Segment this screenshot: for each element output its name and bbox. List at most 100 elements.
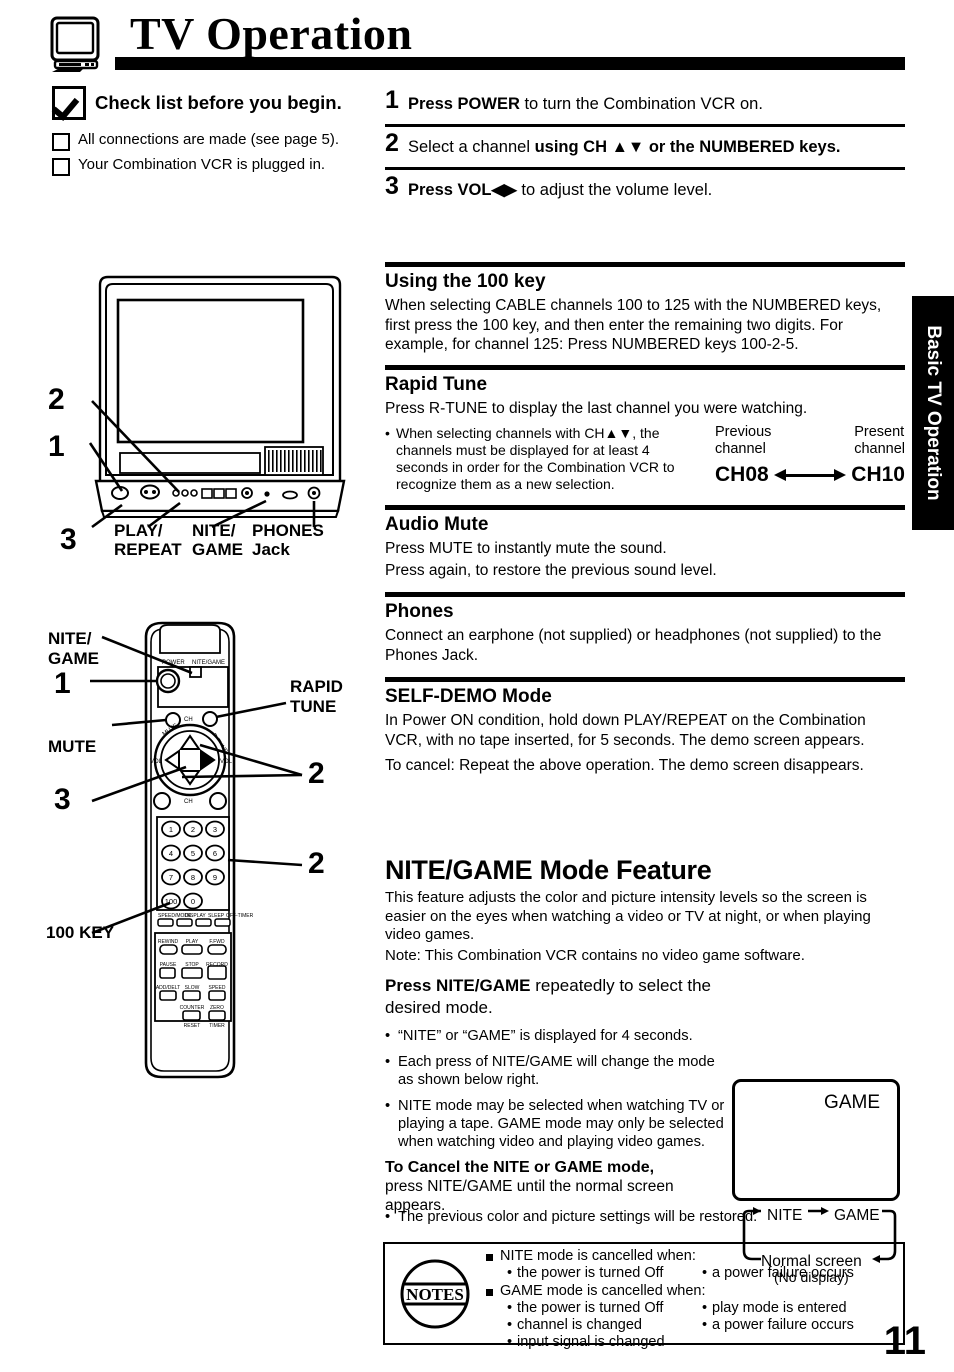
step-2: 2 Select a channel using CH ▲▼ or the NU… <box>385 127 905 167</box>
svg-text:5: 5 <box>191 849 195 858</box>
notes-group-heading: GAME mode is cancelled when: <box>485 1283 897 1300</box>
tv-callout-phones-jack: PHONES Jack <box>252 521 324 559</box>
channel-swap-values: CH08 CH10 <box>715 463 905 487</box>
notes-badge-icon: NOTES <box>400 1259 470 1329</box>
checklist-heading: Check list before you begin. <box>95 92 342 113</box>
remote-callout-rapid-l2: TUNE <box>290 697 337 716</box>
remote-control-illustration: POWER NITE/GAME MUTE R-TUNE CH CH VOL VO… <box>40 615 380 1095</box>
step-bold-tail: using CH ▲▼ or the NUMBERED keys. <box>534 138 841 156</box>
notes-col-left: the power is turned Off channel is chang… <box>507 1300 702 1351</box>
checklist-item-label: Your Combination VCR is plugged in. <box>78 156 326 173</box>
side-tab-basic-tv-operation: Basic TV Operation <box>912 296 954 530</box>
svg-text:2: 2 <box>191 825 195 834</box>
notes-item: the power is turned Off <box>507 1300 702 1317</box>
step-text: Press VOL◀▶ to adjust the volume level. <box>408 175 905 201</box>
side-tab-label: Basic TV Operation <box>923 325 944 501</box>
svg-text:ADD/DELT: ADD/DELT <box>156 985 180 991</box>
section-heading: Audio Mute <box>385 514 489 535</box>
svg-text:3: 3 <box>213 825 217 834</box>
tv-callout-number-3: 3 <box>60 523 77 556</box>
nite-game-bullet: Each press of NITE/GAME will change the … <box>385 1053 730 1089</box>
notes-content: NITE mode is cancelled when: the power i… <box>485 1248 897 1352</box>
notes-col-right: a power failure occurs <box>702 1265 897 1282</box>
svg-text:NOTES: NOTES <box>406 1285 464 1304</box>
remote-callout-nite-game: NITE/ GAME <box>48 629 99 669</box>
section-bullet: When selecting channels with CH▲▼, the c… <box>385 425 705 493</box>
step-rest: Select a channel <box>408 138 535 156</box>
remote-callout-number-2b: 2 <box>308 847 325 880</box>
section-body: Press R-TUNE to display the last channel… <box>385 399 808 417</box>
checkmark-icon <box>52 86 86 120</box>
cycle-label-game: GAME <box>834 1207 880 1224</box>
nite-game-bullet: “NITE” or “GAME” is displayed for 4 seco… <box>385 1027 730 1045</box>
notes-item: channel is changed <box>507 1317 702 1334</box>
svg-text:1: 1 <box>169 825 173 834</box>
svg-text:RESET: RESET <box>184 1023 201 1029</box>
svg-text:DISPLAY: DISPLAY <box>185 913 206 919</box>
svg-text:STOP: STOP <box>185 962 199 968</box>
present-channel-label-l1: Present <box>854 424 905 440</box>
step-text: Press POWER to turn the Combination VCR … <box>408 89 905 115</box>
nite-game-bullet: NITE mode may be selected when watching … <box>385 1097 730 1151</box>
section-body-line1: In Power ON condition, hold down PLAY/RE… <box>385 712 866 749</box>
svg-text:8: 8 <box>191 873 195 882</box>
divider <box>385 364 905 370</box>
present-channel-label: Present channel <box>854 424 905 457</box>
section-body-line1: Press MUTE to instantly mute the sound. <box>385 540 667 557</box>
svg-text:7: 7 <box>169 873 173 882</box>
notes-item: a power failure occurs <box>702 1317 897 1334</box>
remote-callout-nite-l2: GAME <box>48 649 99 668</box>
section-body-line2: Press again, to restore the previous sou… <box>385 561 717 579</box>
remote-callout-rapid-tune: RAPID TUNE <box>290 677 343 717</box>
tv-callout-nite-game: NITE/ GAME <box>192 521 243 559</box>
double-arrow-icon <box>773 467 847 483</box>
svg-text:TIMER: TIMER <box>209 1023 225 1029</box>
svg-text:0: 0 <box>191 897 195 906</box>
step-number: 1 <box>385 86 399 114</box>
channel-swap-diagram: Previous channel Present channel CH08 CH… <box>715 422 905 493</box>
checklist-item-label: All connections are made (see page 5). <box>78 131 339 148</box>
svg-text:CH: CH <box>184 799 193 805</box>
page-title: TV Operation <box>130 8 413 59</box>
tv-callout-play-l2: REPEAT <box>114 540 182 559</box>
list-item[interactable]: All connections are made (see page 5). <box>52 131 372 151</box>
tv-set-icon <box>50 16 100 72</box>
svg-text:SPEED: SPEED <box>209 985 226 991</box>
nite-game-left-col: Press NITE/GAME repeatedly to select the… <box>385 975 730 1215</box>
checklist-block: Check list before you begin. All connect… <box>52 86 372 181</box>
nite-game-body: Press NITE/GAME repeatedly to select the… <box>385 975 905 1285</box>
list-item[interactable]: Your Combination VCR is plugged in. <box>52 156 372 176</box>
svg-text:VOL: VOL <box>220 759 233 765</box>
checkbox-icon[interactable] <box>52 158 70 176</box>
game-screen-label: GAME <box>824 1092 880 1113</box>
svg-text:6: 6 <box>213 849 217 858</box>
present-channel-label-l2: channel <box>854 440 905 457</box>
remote-callout-nite-l1: NITE/ <box>48 629 92 648</box>
section-body: Connect an earphone (not supplied) or he… <box>385 627 882 664</box>
divider <box>385 505 905 510</box>
tv-callout-phones-l2: Jack <box>252 540 290 559</box>
section-phones: Phones Connect an earphone (not supplied… <box>385 601 905 665</box>
header-rule <box>115 57 905 70</box>
step-number: 3 <box>385 172 399 200</box>
notes-group-items: the power is turned Off channel is chang… <box>485 1300 897 1351</box>
notes-item: input signal is changed <box>507 1334 702 1351</box>
checkbox-icon[interactable] <box>52 133 70 151</box>
svg-text:COUNTER: COUNTER <box>180 1005 205 1011</box>
previous-channel-value: CH08 <box>715 463 769 486</box>
notes-group-items: the power is turned Off a power failure … <box>485 1265 897 1282</box>
previous-channel-label-l2: channel <box>715 440 766 457</box>
manual-page: TV Operation Check list before you begin… <box>0 0 954 1372</box>
game-screen-illustration: GAME <box>732 1079 900 1201</box>
section-heading: Rapid Tune <box>385 373 488 395</box>
svg-text:PLAY: PLAY <box>186 939 199 945</box>
tv-front-drawing <box>88 275 346 529</box>
svg-text:VOL: VOL <box>150 759 163 765</box>
tv-callout-nite-l2: GAME <box>192 540 243 559</box>
svg-text:NITE/GAME: NITE/GAME <box>192 660 225 666</box>
divider <box>385 677 905 682</box>
svg-text:9: 9 <box>213 873 217 882</box>
nite-game-intro-1: This feature adjusts the color and pictu… <box>385 889 871 943</box>
remote-callout-number-2: 2 <box>308 757 325 790</box>
nite-game-cancel-heading: To Cancel the NITE or GAME mode, <box>385 1159 655 1176</box>
